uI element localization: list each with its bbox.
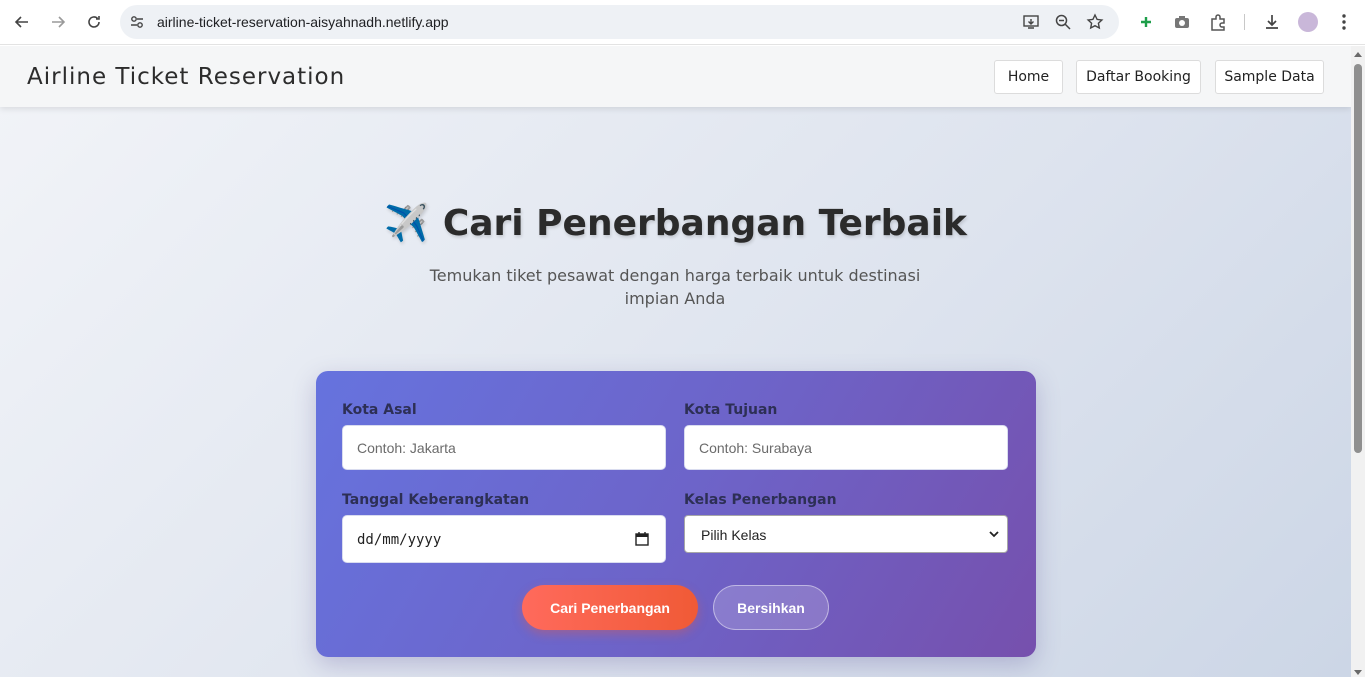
scroll-down-arrow-icon[interactable]	[1354, 670, 1362, 675]
extension-plus-icon[interactable]	[1136, 12, 1156, 32]
calendar-icon[interactable]	[635, 532, 649, 546]
page-scrollbar[interactable]	[1351, 46, 1365, 677]
departure-date-input[interactable]: dd/mm/yyyy	[342, 515, 666, 563]
search-flight-button[interactable]: Cari Penerbangan	[522, 585, 698, 630]
class-label: Kelas Penerbangan	[684, 492, 837, 508]
class-select-value: Pilih Kelas	[701, 527, 767, 543]
class-select[interactable]: Pilih Kelas	[684, 515, 1008, 553]
url-text: airline-ticket-reservation-aisyahnadh.ne…	[157, 14, 449, 30]
brand-title[interactable]: Airline Ticket Reservation	[27, 64, 345, 90]
origin-label: Kota Asal	[342, 402, 417, 418]
site-settings-icon[interactable]	[128, 13, 146, 31]
hero-subtitle: Temukan tiket pesawat dengan harga terba…	[429, 266, 921, 308]
camera-icon[interactable]	[1172, 12, 1192, 32]
install-app-icon[interactable]	[1022, 13, 1040, 31]
download-icon[interactable]	[1262, 12, 1282, 32]
page-content: Airline Ticket Reservation Home Daftar B…	[0, 46, 1351, 677]
destination-input[interactable]	[684, 425, 1008, 470]
profile-avatar[interactable]	[1298, 12, 1318, 32]
browser-toolbar: airline-ticket-reservation-aisyahnadh.ne…	[0, 0, 1365, 45]
scroll-up-arrow-icon[interactable]	[1354, 52, 1362, 57]
search-form-card: Kota Asal Kota Tujuan Tanggal Keberangka…	[316, 371, 1036, 657]
destination-label: Kota Tujuan	[684, 402, 778, 418]
menu-kebab-icon[interactable]	[1334, 12, 1354, 32]
nav-daftar-booking[interactable]: Daftar Booking	[1076, 60, 1201, 94]
nav-sample-data[interactable]: Sample Data	[1215, 60, 1324, 94]
hero-title-text: Cari Penerbangan Terbaik	[442, 203, 967, 244]
extensions-puzzle-icon[interactable]	[1208, 12, 1228, 32]
airplane-icon: ✈️	[384, 203, 429, 244]
zoom-icon[interactable]	[1054, 13, 1072, 31]
address-bar[interactable]: airline-ticket-reservation-aisyahnadh.ne…	[120, 5, 1119, 39]
scrollbar-thumb[interactable]	[1354, 64, 1362, 453]
date-label: Tanggal Keberangkatan	[342, 492, 530, 508]
origin-input[interactable]	[342, 425, 666, 470]
toolbar-separator	[1244, 14, 1245, 30]
hero-heading: ✈️ Cari Penerbangan Terbaik	[0, 202, 1351, 244]
reload-icon[interactable]	[81, 9, 107, 35]
forward-icon[interactable]	[45, 9, 71, 35]
site-header: Airline Ticket Reservation Home Daftar B…	[0, 46, 1351, 107]
chevron-down-icon	[989, 531, 999, 538]
back-icon[interactable]	[9, 9, 35, 35]
bookmark-star-icon[interactable]	[1086, 13, 1104, 31]
clear-button[interactable]: Bersihkan	[713, 585, 829, 630]
date-format-text: dd/mm/yyyy	[357, 532, 442, 548]
nav-home[interactable]: Home	[994, 60, 1063, 94]
